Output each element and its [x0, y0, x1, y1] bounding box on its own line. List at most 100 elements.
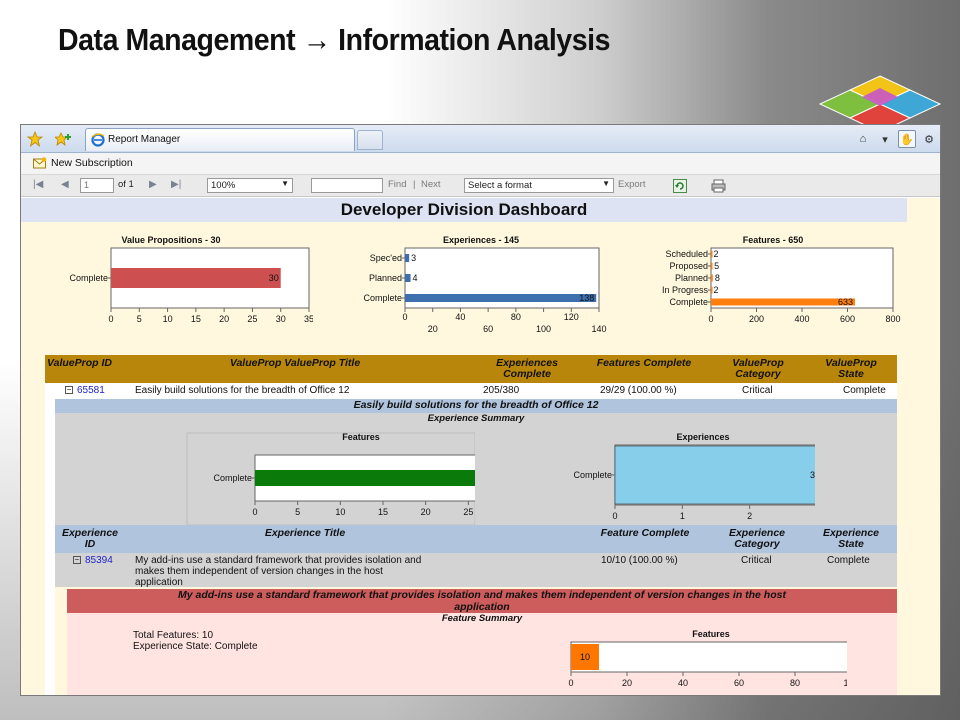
x-tick-label: 40	[455, 312, 465, 322]
zoom-select[interactable]: 100% ▼	[207, 178, 293, 193]
x-tick-label: 60	[734, 678, 744, 688]
indent-strip	[45, 399, 55, 695]
print-icon[interactable]	[711, 179, 726, 193]
new-subscription-button[interactable]: New Subscription	[33, 157, 133, 169]
find-input[interactable]	[311, 178, 383, 193]
browser-window: Report Manager ⌂ ▾ ✋ ⚙ New Subscription …	[20, 124, 941, 696]
chart-title: Features - 650	[743, 235, 804, 245]
experience-feature-complete: 10/10 (100.00 %)	[601, 555, 678, 566]
x-tick-label: 3	[814, 511, 815, 521]
new-tab-button[interactable]	[357, 130, 383, 150]
home-icon[interactable]: ⌂	[854, 130, 872, 148]
new-subscription-label: New Subscription	[51, 157, 133, 169]
data-label: 3	[411, 253, 416, 263]
data-label: 3	[810, 470, 815, 480]
x-tick-label: 80	[790, 678, 800, 688]
x-tick-label: 30	[276, 314, 286, 324]
x-tick-label: 120	[564, 312, 579, 322]
experience-state-info: Experience State: Complete	[133, 641, 258, 652]
data-label: 10	[580, 652, 590, 662]
x-tick-label: 35	[304, 314, 313, 324]
header-experience-category: Experience Category	[711, 528, 803, 550]
collapse-toggle[interactable]: −	[73, 556, 81, 565]
format-placeholder: Select a format	[468, 180, 532, 191]
header-experiences-complete: Experiences Complete	[475, 358, 579, 380]
last-page-icon[interactable]: ▶|	[171, 179, 181, 190]
report-toolbar: |◀ ◀ 1 of 1 ▶ ▶| 100% ▼ Find | Next Sele…	[21, 175, 940, 197]
x-tick-label: 10	[335, 507, 345, 517]
add-favorites-icon[interactable]	[55, 131, 71, 147]
data-label: 30	[269, 273, 279, 283]
experience-id-cell: −85394	[73, 555, 113, 566]
x-tick-label: 0	[612, 511, 617, 521]
export-format-select[interactable]: Select a format ▼	[464, 178, 614, 193]
category-label: Planned	[369, 273, 402, 283]
total-features: Total Features: 10	[133, 630, 214, 641]
feature-info: Total Features: 10 Experience State: Com…	[133, 630, 258, 652]
x-tick-label: 40	[678, 678, 688, 688]
plot-area	[570, 641, 847, 673]
x-tick-label: 20	[219, 314, 229, 324]
chevron-down-icon: ▼	[602, 179, 610, 188]
chart-bar	[405, 294, 597, 302]
home-dropdown-icon[interactable]: ▾	[876, 130, 894, 148]
experience-band-line: application	[454, 601, 510, 613]
prev-page-icon[interactable]: ◀	[61, 179, 69, 190]
tab-title: Report Manager	[108, 134, 181, 145]
hand-tool-icon[interactable]: ✋	[898, 130, 916, 148]
experiences-chart: Experiences - 145 Spec'ed 3 Planned 4 Complet…	[363, 235, 606, 334]
tools-icon[interactable]: ⚙	[920, 130, 938, 148]
dashboard-title: Developer Division Dashboard	[21, 198, 907, 222]
export-link[interactable]: Export	[618, 179, 645, 190]
collapse-toggle[interactable]: −	[65, 386, 73, 395]
header-valueprop-state: ValueProp State	[805, 358, 897, 380]
x-tick-label: 0	[108, 314, 113, 324]
experience-summary-area: FeaturesComplete29051015202530 Experienc…	[55, 427, 897, 525]
valueprop-band-title: Easily build solutions for the breadth o…	[55, 399, 897, 413]
valueprop-id-link[interactable]: 65581	[77, 385, 105, 396]
ie-icon	[91, 133, 105, 147]
x-tick-label: 10	[163, 314, 173, 324]
header-line: State	[838, 368, 864, 380]
chart-bar	[614, 445, 815, 505]
report-body: Developer Division Dashboard Value Propo…	[21, 198, 940, 695]
data-label: 138	[579, 293, 594, 303]
x-tick-label: 0	[708, 314, 713, 324]
row-state: Complete	[843, 385, 886, 396]
data-label: 5	[714, 261, 719, 271]
find-link[interactable]: Find	[388, 179, 406, 190]
chart-title: Value Propositions - 30	[121, 235, 220, 245]
x-tick-label: 5	[137, 314, 142, 324]
header-experience-title: Experience Title	[264, 527, 346, 539]
chart-title: Experiences - 145	[443, 235, 519, 245]
category-label: Scheduled	[665, 249, 708, 259]
category-label: Complete	[213, 473, 252, 483]
next-link[interactable]: Next	[421, 179, 441, 190]
favorites-star-icon[interactable]	[27, 131, 43, 147]
experience-title-line: application	[135, 577, 183, 588]
next-page-icon[interactable]: ▶	[149, 179, 157, 190]
category-label: Complete	[363, 293, 402, 303]
x-tick-label: 1	[680, 511, 685, 521]
x-tick-label: 5	[295, 507, 300, 517]
chart-bar	[711, 298, 856, 306]
page-number-input[interactable]: 1	[80, 178, 114, 193]
x-tick-label: 600	[840, 314, 855, 324]
tab-bar: Report Manager ⌂ ▾ ✋ ⚙	[21, 125, 940, 153]
row-features-complete: 29/29 (100.00 %)	[600, 385, 677, 396]
tab-report-manager[interactable]: Report Manager	[85, 128, 355, 151]
value-propositions-chart: Value Propositions - 30 Complete 30 0 5 10 15 2…	[69, 235, 313, 324]
refresh-icon[interactable]	[673, 179, 687, 193]
header-line: Category	[734, 538, 780, 550]
chart-bar	[255, 470, 475, 486]
summary-features-chart: FeaturesComplete29051015202530	[186, 432, 475, 525]
first-page-icon[interactable]: |◀	[33, 179, 43, 190]
experience-id-link[interactable]: 85394	[85, 555, 113, 566]
header-valueprop-category: ValueProp Category	[709, 358, 807, 380]
header-feature-complete: Feature Complete	[600, 527, 690, 539]
experience-band-title: My add-ins use a standard framework that…	[67, 589, 897, 613]
chart-bar	[711, 286, 713, 294]
chart-bar	[711, 274, 713, 282]
slide-title: Data Management → Information Analysis	[58, 22, 610, 57]
row-id-cell: −65581	[65, 385, 105, 396]
